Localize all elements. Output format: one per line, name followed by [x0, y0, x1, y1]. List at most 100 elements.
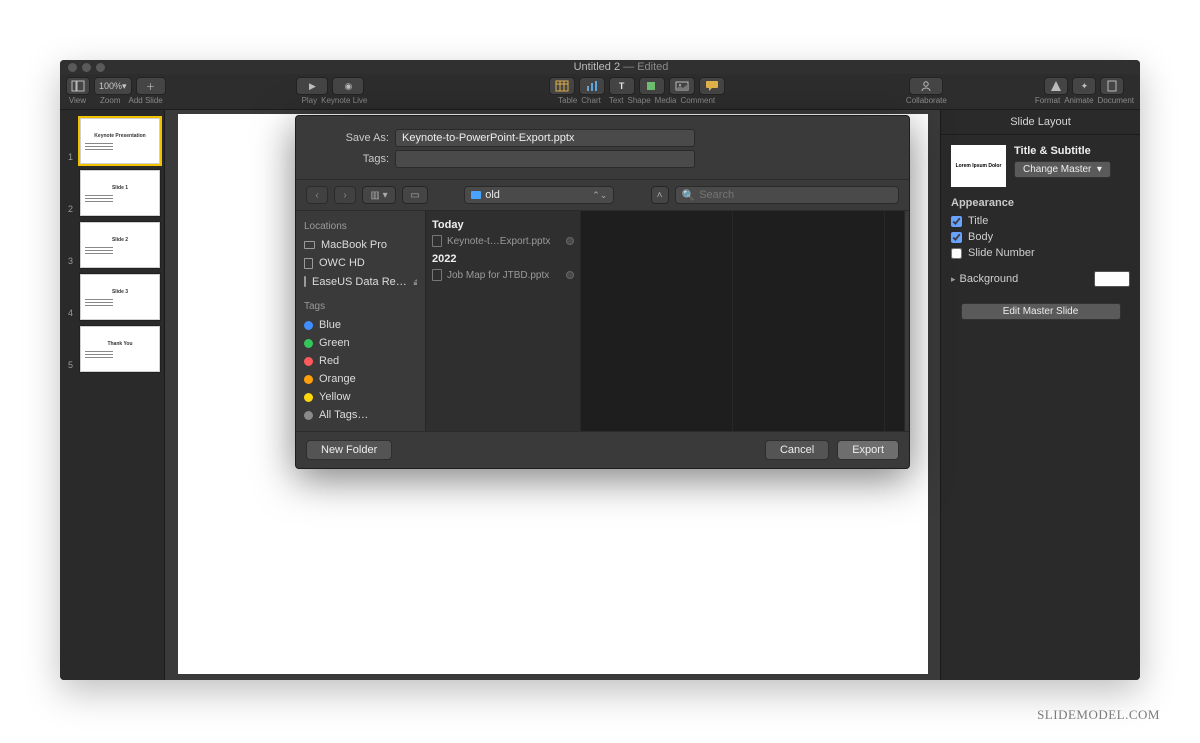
- format-label: Format: [1035, 96, 1060, 105]
- close-icon[interactable]: [68, 63, 77, 72]
- addslide-label: Add Slide: [128, 96, 162, 105]
- folder-icon: [471, 191, 481, 199]
- chart-button[interactable]: [579, 77, 605, 95]
- maximize-icon[interactable]: [96, 63, 105, 72]
- slide-navigator[interactable]: 1Keynote Presentation 2Slide 1 3Slide 2 4Sl…: [60, 110, 165, 680]
- forward-button[interactable]: ›: [334, 186, 356, 204]
- saveas-input[interactable]: [395, 129, 695, 147]
- comment-label: Comment: [680, 96, 715, 105]
- play-button[interactable]: ▶: [296, 77, 328, 95]
- tag-dot-icon: [304, 411, 313, 420]
- text-label: Text: [609, 96, 624, 105]
- finder-sidebar[interactable]: Locations MacBook ProOWC HDEaseUS Data R…: [296, 211, 426, 431]
- search-field[interactable]: 🔍: [675, 186, 900, 204]
- location-item[interactable]: MacBook Pro: [304, 236, 417, 254]
- zoom-dropdown[interactable]: 100% ▾: [94, 77, 132, 95]
- chevron-updown-icon: ⌃⌄: [592, 190, 607, 201]
- view-label: View: [69, 96, 86, 105]
- export-button[interactable]: Export: [837, 440, 899, 460]
- master-title: Title & Subtitle: [1014, 145, 1130, 157]
- slide-thumbnail[interactable]: 3Slide 2: [80, 222, 160, 268]
- media-label: Media: [655, 96, 677, 105]
- cloud-icon: [566, 271, 574, 279]
- search-icon: 🔍: [682, 189, 696, 202]
- keynote-live-button[interactable]: ◉: [332, 77, 364, 95]
- background-swatch[interactable]: [1094, 271, 1130, 287]
- back-button[interactable]: ‹: [306, 186, 328, 204]
- file-icon: [432, 235, 442, 247]
- tag-dot-icon: [304, 393, 313, 402]
- location-item[interactable]: OWC HD: [304, 254, 417, 272]
- save-dialog: Save As: Tags: ‹ › ▥ ▾ ▭ old ⌃⌄ ˄ 🔍 Loca…: [295, 115, 910, 469]
- tag-item[interactable]: Orange: [304, 370, 417, 388]
- tag-dot-icon: [304, 339, 313, 348]
- empty-column-2: [733, 211, 885, 431]
- tags-input[interactable]: [395, 150, 695, 168]
- tag-dot-icon: [304, 375, 313, 384]
- edit-master-slide-button[interactable]: Edit Master Slide: [961, 303, 1121, 320]
- tags-label: Tags:: [310, 153, 395, 165]
- collapse-button[interactable]: ˄: [651, 186, 669, 204]
- inspector-header: Slide Layout: [941, 110, 1140, 135]
- animate-label: Animate: [1064, 96, 1093, 105]
- window-title: Untitled 2 — Edited: [110, 61, 1132, 73]
- tag-item[interactable]: Blue: [304, 316, 417, 334]
- cancel-button[interactable]: Cancel: [765, 440, 829, 460]
- group-button[interactable]: ▭: [402, 186, 428, 204]
- play-label: Play: [302, 96, 318, 105]
- search-input[interactable]: [699, 189, 892, 201]
- cloud-icon: [566, 237, 574, 245]
- titlebar: Untitled 2 — Edited: [60, 60, 1140, 74]
- shape-button[interactable]: [639, 77, 665, 95]
- format-button[interactable]: [1044, 77, 1068, 95]
- view-button[interactable]: [66, 77, 90, 95]
- disk-icon: [304, 258, 313, 269]
- text-button[interactable]: T: [609, 77, 635, 95]
- file-group-header: Today: [432, 219, 574, 231]
- folder-dropdown[interactable]: old ⌃⌄: [464, 186, 614, 204]
- media-button[interactable]: [669, 77, 695, 95]
- file-icon: [432, 269, 442, 281]
- tag-item[interactable]: Yellow: [304, 388, 417, 406]
- location-item[interactable]: EaseUS Data Re…⏏: [304, 272, 417, 291]
- table-label: Table: [558, 96, 577, 105]
- tag-dot-icon: [304, 321, 313, 330]
- body-checkbox[interactable]: Body: [951, 231, 1130, 243]
- saveas-label: Save As:: [310, 132, 395, 144]
- inspector-panel: Slide Layout Lorem Ipsum Dolor Title & S…: [940, 110, 1140, 680]
- comment-button[interactable]: [699, 77, 725, 95]
- table-button[interactable]: [549, 77, 575, 95]
- collaborate-button[interactable]: [909, 77, 943, 95]
- collaborate-label: Collaborate: [906, 96, 947, 105]
- document-label: Document: [1098, 96, 1134, 105]
- file-item[interactable]: Job Map for JTBD.pptx: [432, 267, 574, 283]
- chart-label: Chart: [581, 96, 601, 105]
- view-mode-button[interactable]: ▥ ▾: [362, 186, 396, 204]
- file-group-header: 2022: [432, 253, 574, 265]
- disclosure-triangle-icon[interactable]: ▸: [951, 274, 956, 284]
- slide-thumbnail[interactable]: 4Slide 3: [80, 274, 160, 320]
- change-master-button[interactable]: Change Master ▾: [1014, 161, 1111, 178]
- slide-thumbnail[interactable]: 5Thank You: [80, 326, 160, 372]
- locations-header: Locations: [304, 221, 417, 232]
- appearance-label: Appearance: [951, 197, 1130, 209]
- tag-item[interactable]: All Tags…: [304, 406, 417, 424]
- document-button[interactable]: [1100, 77, 1124, 95]
- file-item[interactable]: Keynote-t…Export.pptx: [432, 233, 574, 249]
- background-label: Background: [960, 273, 1019, 285]
- new-folder-button[interactable]: New Folder: [306, 440, 392, 460]
- slide-thumbnail[interactable]: 1Keynote Presentation: [80, 118, 160, 164]
- animate-button[interactable]: ✦: [1072, 77, 1096, 95]
- title-checkbox[interactable]: Title: [951, 215, 1130, 227]
- slide-thumbnail[interactable]: 2Slide 1: [80, 170, 160, 216]
- tag-dot-icon: [304, 357, 313, 366]
- slidenumber-checkbox[interactable]: Slide Number: [951, 247, 1130, 259]
- master-thumbnail: Lorem Ipsum Dolor: [951, 145, 1006, 187]
- disk-icon: [304, 276, 306, 287]
- tag-item[interactable]: Green: [304, 334, 417, 352]
- tag-item[interactable]: Red: [304, 352, 417, 370]
- add-slide-button[interactable]: ＋: [136, 77, 166, 95]
- minimize-icon[interactable]: [82, 63, 91, 72]
- file-column[interactable]: Today Keynote-t…Export.pptx 2022 Job Map fo…: [426, 211, 581, 431]
- watermark: SLIDEMODEL.COM: [1037, 707, 1160, 723]
